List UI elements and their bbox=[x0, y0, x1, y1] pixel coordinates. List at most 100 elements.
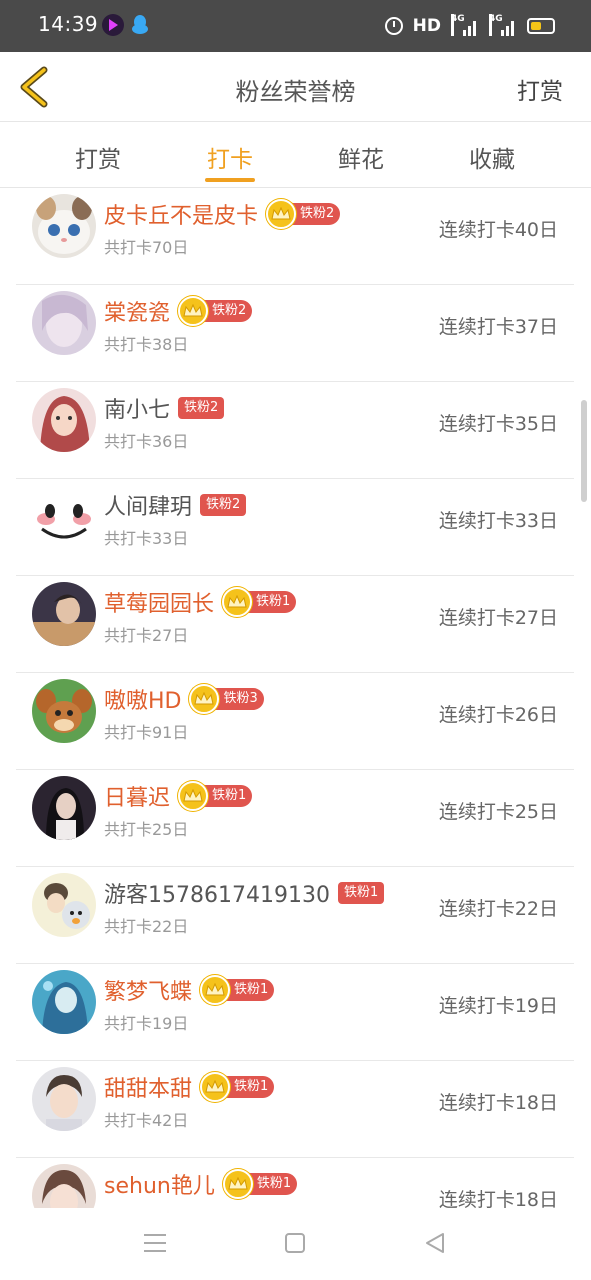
streak-days: 连续打卡40日 bbox=[438, 219, 558, 241]
fan-name[interactable]: 皮卡丘不是皮卡 bbox=[104, 198, 258, 230]
battery-icon bbox=[527, 18, 555, 34]
crown-icon bbox=[266, 199, 297, 229]
crown-icon bbox=[222, 1169, 253, 1199]
fan-level-badge: 铁粉2 bbox=[178, 296, 253, 326]
name-line: 草莓园园长 铁粉1 bbox=[104, 586, 297, 618]
avatar[interactable] bbox=[32, 1164, 96, 1208]
badge-label: 铁粉2 bbox=[200, 494, 247, 516]
fan-row[interactable]: sehun艳儿 铁粉1 连续打卡18日 bbox=[16, 1158, 574, 1208]
tab-checkin[interactable]: 打卡 bbox=[180, 140, 280, 174]
badge-label: 铁粉2 bbox=[178, 397, 225, 419]
crown-icon bbox=[178, 296, 209, 326]
streak-days: 连续打卡25日 bbox=[438, 801, 558, 823]
fan-ranking-list: 皮卡丘不是皮卡 铁粉2 共打卡70日 连续打卡40日 棠瓷瓷 铁粉2 共打卡38… bbox=[0, 188, 591, 1208]
streak-days: 连续打卡26日 bbox=[438, 704, 558, 726]
fan-row[interactable]: 游客1578617419130 铁粉1 共打卡22日 连续打卡22日 bbox=[16, 867, 574, 964]
avatar[interactable] bbox=[32, 776, 96, 840]
fan-name[interactable]: 甜甜本甜 bbox=[104, 1071, 192, 1103]
fan-level-badge: 铁粉2 bbox=[266, 199, 341, 229]
scrollbar[interactable] bbox=[581, 400, 587, 502]
fan-level-badge: 铁粉3 bbox=[189, 684, 264, 714]
avatar[interactable] bbox=[32, 970, 96, 1034]
streak-days: 连续打卡33日 bbox=[438, 510, 558, 532]
crown-icon bbox=[200, 975, 231, 1005]
badge-label: 铁粉1 bbox=[246, 591, 297, 613]
fan-name[interactable]: 繁梦飞蝶 bbox=[104, 974, 192, 1006]
streak-days: 连续打卡27日 bbox=[438, 607, 558, 629]
signal-icon: 4G bbox=[489, 14, 517, 36]
fan-name[interactable]: 棠瓷瓷 bbox=[104, 295, 170, 327]
page-title: 粉丝荣誉榜 bbox=[235, 78, 356, 106]
avatar[interactable] bbox=[32, 1067, 96, 1131]
fan-row[interactable]: 嗷嗷HD 铁粉3 共打卡91日 连续打卡26日 bbox=[16, 673, 574, 770]
fan-row[interactable]: 南小七 铁粉2 共打卡36日 连续打卡35日 bbox=[16, 382, 574, 479]
crown-icon bbox=[222, 587, 253, 617]
fan-row[interactable]: 甜甜本甜 铁粉1 共打卡42日 连续打卡18日 bbox=[16, 1061, 574, 1158]
tab-reward[interactable]: 打赏 bbox=[48, 140, 148, 174]
badge-label: 铁粉1 bbox=[246, 1173, 298, 1195]
title-bar: 粉丝荣誉榜 打赏 bbox=[0, 52, 591, 122]
fan-name[interactable]: 游客1578617419130 bbox=[104, 877, 330, 909]
badge-label: 铁粉1 bbox=[224, 979, 275, 1001]
fan-name[interactable]: 草莓园园长 bbox=[104, 586, 214, 618]
total-checkins: 共打卡27日 bbox=[104, 626, 189, 645]
name-line: 嗷嗷HD 铁粉3 bbox=[104, 683, 264, 715]
home-icon[interactable] bbox=[285, 1233, 305, 1253]
total-checkins: 共打卡70日 bbox=[104, 238, 189, 257]
fan-level-badge: 铁粉2 bbox=[178, 397, 225, 419]
streak-days: 连续打卡18日 bbox=[438, 1189, 558, 1208]
fan-level-badge: 铁粉1 bbox=[200, 1072, 275, 1102]
fan-row[interactable]: 棠瓷瓷 铁粉2 共打卡38日 连续打卡37日 bbox=[16, 285, 574, 382]
avatar[interactable] bbox=[32, 873, 96, 937]
fan-name[interactable]: sehun艳儿 bbox=[104, 1168, 215, 1200]
badge-label: 铁粉1 bbox=[224, 1076, 275, 1098]
name-line: 繁梦飞蝶 铁粉1 bbox=[104, 974, 275, 1006]
avatar[interactable] bbox=[32, 291, 96, 355]
avatar[interactable] bbox=[32, 194, 96, 258]
crown-icon bbox=[200, 1072, 231, 1102]
tab-flowers[interactable]: 鲜花 bbox=[311, 140, 411, 174]
name-line: 皮卡丘不是皮卡 铁粉2 bbox=[104, 198, 341, 230]
tab-favorites[interactable]: 收藏 bbox=[442, 140, 542, 174]
badge-label: 铁粉3 bbox=[213, 688, 264, 710]
fan-level-badge: 铁粉1 bbox=[222, 587, 297, 617]
name-line: 甜甜本甜 铁粉1 bbox=[104, 1071, 275, 1103]
fan-name[interactable]: 人间肆玥 bbox=[104, 489, 192, 521]
fan-level-badge: 铁粉1 bbox=[178, 781, 253, 811]
total-checkins: 共打卡36日 bbox=[104, 432, 189, 451]
fan-name[interactable]: 南小七 bbox=[104, 392, 170, 424]
status-icons: HD 4G 4G bbox=[384, 14, 555, 38]
hd-indicator: HD bbox=[412, 16, 441, 36]
system-nav-bar bbox=[0, 1208, 591, 1280]
menu-icon[interactable] bbox=[144, 1234, 166, 1252]
name-line: 棠瓷瓷 铁粉2 bbox=[104, 295, 253, 327]
status-bar: 14:39 HD 4G 4G bbox=[0, 0, 591, 52]
fan-name[interactable]: 嗷嗷HD bbox=[104, 683, 181, 715]
fan-level-badge: 铁粉1 bbox=[222, 1169, 298, 1199]
badge-label: 铁粉1 bbox=[202, 785, 253, 807]
tab-bar: 打赏 打卡 鲜花 收藏 bbox=[0, 122, 591, 188]
avatar[interactable] bbox=[32, 582, 96, 646]
streak-days: 连续打卡19日 bbox=[438, 995, 558, 1017]
avatar[interactable] bbox=[32, 388, 96, 452]
fan-row[interactable]: 皮卡丘不是皮卡 铁粉2 共打卡70日 连续打卡40日 bbox=[16, 188, 574, 285]
reward-button[interactable]: 打赏 bbox=[517, 72, 563, 106]
fan-row[interactable]: 草莓园园长 铁粉1 共打卡27日 连续打卡27日 bbox=[16, 576, 574, 673]
signal-icon: 4G bbox=[451, 14, 479, 36]
streak-days: 连续打卡37日 bbox=[438, 316, 558, 338]
streak-days: 连续打卡35日 bbox=[438, 413, 558, 435]
fan-row[interactable]: 日暮迟 铁粉1 共打卡25日 连续打卡25日 bbox=[16, 770, 574, 867]
streak-days: 连续打卡18日 bbox=[438, 1092, 558, 1114]
video-app-icon bbox=[102, 14, 124, 36]
back-triangle-icon[interactable] bbox=[425, 1232, 445, 1254]
total-checkins: 共打卡25日 bbox=[104, 820, 189, 839]
crown-icon bbox=[178, 781, 209, 811]
fan-name[interactable]: 日暮迟 bbox=[104, 780, 170, 812]
badge-label: 铁粉2 bbox=[290, 203, 341, 225]
status-time: 14:39 bbox=[38, 12, 99, 36]
fan-row[interactable]: 人间肆玥 铁粉2 共打卡33日 连续打卡33日 bbox=[16, 479, 574, 576]
avatar[interactable] bbox=[32, 679, 96, 743]
fan-row[interactable]: 繁梦飞蝶 铁粉1 共打卡19日 连续打卡19日 bbox=[16, 964, 574, 1061]
badge-label: 铁粉2 bbox=[202, 300, 253, 322]
avatar[interactable] bbox=[32, 485, 96, 549]
